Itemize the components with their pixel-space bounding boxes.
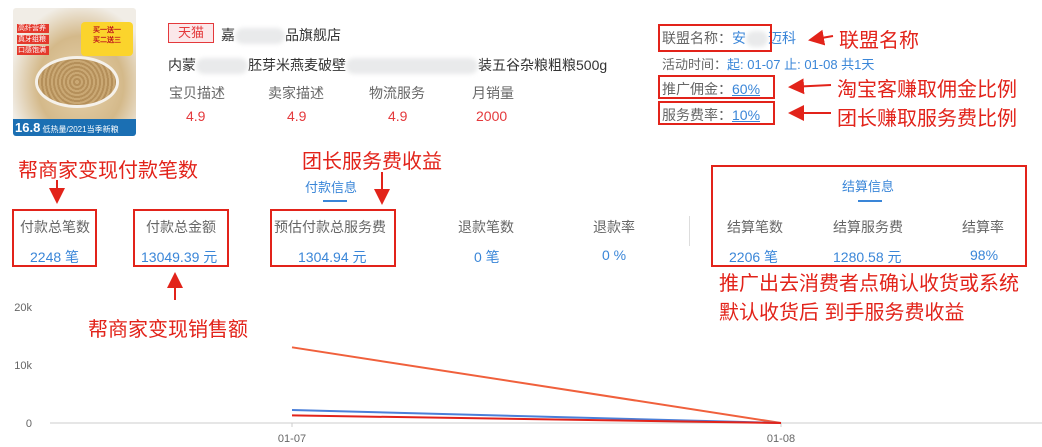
alliance-value-suffix[interactable]: 迈科 bbox=[768, 30, 796, 46]
highlight-box-settlement bbox=[711, 165, 1027, 267]
stat-value-refund-rate: 0 % bbox=[602, 247, 627, 263]
title-middle: 胚芽米燕麦破壁 bbox=[248, 57, 346, 73]
annotation-settlement-line2: 默认收货后 到手服务费收益 bbox=[719, 302, 965, 324]
stat-label-refund-count: 退款笔数 bbox=[458, 219, 514, 235]
platform-badge: 天猫 bbox=[168, 23, 214, 43]
stat-value-refund-count: 0 笔 bbox=[474, 249, 500, 265]
tab-payment-info[interactable]: 付款信息 bbox=[305, 177, 357, 196]
score-value: 4.9 bbox=[287, 108, 307, 124]
activity-row: 活动时间：起: 01-07 止: 01-08 共1天 bbox=[662, 54, 874, 73]
product-image[interactable]: 高纤营养 真牙组粮 口感饱满 买一送一 买二送三 16.8 低热量/2021当季… bbox=[13, 8, 136, 136]
promo-line: 买二送三 bbox=[93, 37, 121, 44]
y-tick-label: 10k bbox=[14, 360, 32, 372]
redacted-blur bbox=[196, 58, 248, 75]
image-price-bar: 16.8 低热量/2021当季新粮 bbox=[13, 119, 136, 136]
annotation-pay-count: 帮商家变现付款笔数 bbox=[18, 160, 198, 182]
image-price: 16.8 bbox=[15, 120, 41, 135]
image-tag: 真牙组粮 bbox=[17, 35, 49, 44]
annotation-sales-amount: 帮商家变现销售额 bbox=[88, 319, 248, 341]
score-label: 卖家描述 bbox=[268, 85, 324, 101]
highlight-box-commission bbox=[658, 75, 775, 99]
image-promo: 买一送一 买二送三 bbox=[81, 22, 133, 56]
title-prefix: 内蒙 bbox=[168, 57, 196, 73]
score-value: 2000 bbox=[476, 108, 508, 124]
image-tag: 口感饱满 bbox=[17, 46, 49, 55]
image-price-note: 低热量/2021当季新粮 bbox=[42, 125, 119, 134]
image-tag: 高纤营养 bbox=[17, 24, 49, 33]
y-tick-label: 20k bbox=[14, 302, 32, 314]
tab-active-indicator bbox=[323, 200, 347, 202]
annotation-commission: 淘宝客赚取佣金比例 bbox=[837, 79, 1017, 101]
annotation-service-rate: 团长赚取服务费比例 bbox=[837, 108, 1017, 130]
product-title[interactable]: 内蒙 胚芽米燕麦破壁 装五谷杂粮粗粮500g bbox=[168, 55, 607, 75]
score-value: 4.9 bbox=[388, 108, 408, 124]
redacted-blur bbox=[235, 28, 285, 45]
x-tick-label: 01-08 bbox=[767, 433, 795, 445]
highlight-box-service-fee bbox=[270, 209, 396, 267]
highlight-box-service-rate bbox=[658, 101, 775, 125]
score-label: 月销量 bbox=[472, 85, 514, 101]
title-suffix: 装五谷杂粮粗粮500g bbox=[478, 57, 608, 73]
activity-label: 活动时间： bbox=[662, 57, 728, 72]
annotation-alliance: 联盟名称 bbox=[839, 30, 919, 52]
annotation-service-income: 团长服务费收益 bbox=[302, 151, 442, 173]
oat-bowl-graphic bbox=[35, 56, 119, 108]
stat-label-refund-rate: 退款率 bbox=[593, 219, 635, 235]
highlight-box-pay-amount bbox=[133, 209, 229, 267]
y-tick-label: 0 bbox=[26, 418, 32, 430]
activity-value: 起: 01-07 止: 01-08 共1天 bbox=[727, 57, 875, 72]
image-tags: 高纤营养 真牙组粮 口感饱满 bbox=[17, 24, 49, 57]
highlight-box-pay-count bbox=[12, 209, 97, 267]
score-label: 物流服务 bbox=[369, 85, 425, 101]
shop-name-prefix: 嘉 bbox=[221, 27, 235, 43]
x-tick-label: 01-07 bbox=[278, 433, 306, 445]
highlight-box-alliance bbox=[658, 24, 772, 52]
annotation-settlement-line1: 推广出去消费者点确认收货或系统 bbox=[719, 273, 1019, 295]
score-label: 宝贝描述 bbox=[169, 85, 225, 101]
shop-name[interactable]: 嘉 品旗舰店 bbox=[221, 25, 341, 45]
score-value: 4.9 bbox=[186, 108, 206, 124]
promo-line: 买一送一 bbox=[93, 27, 121, 34]
redacted-blur bbox=[346, 58, 478, 75]
shop-name-suffix: 品旗舰店 bbox=[285, 27, 341, 43]
stats-divider bbox=[689, 216, 690, 246]
